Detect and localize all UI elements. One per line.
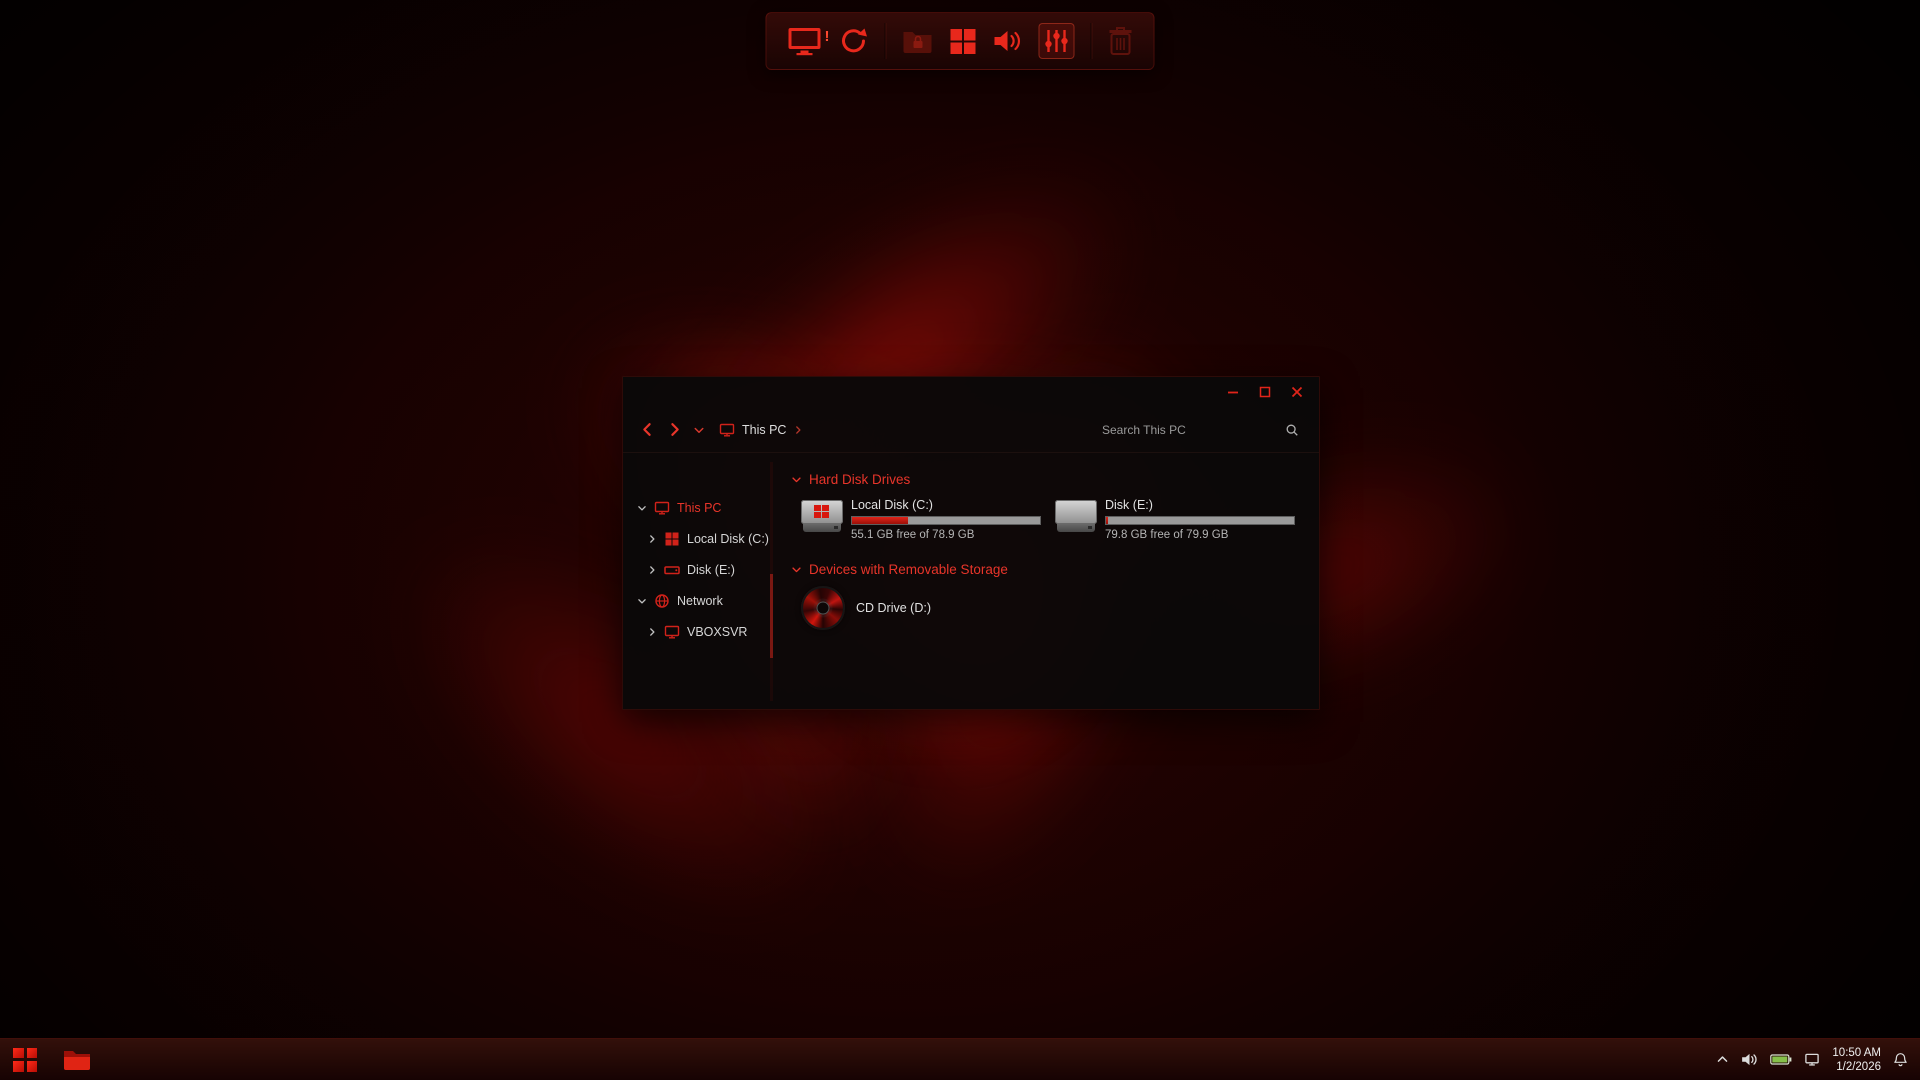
locked-folder-icon[interactable] — [902, 28, 934, 55]
drive-info: Disk (E:) 79.8 GB free of 79.9 GB — [1105, 498, 1295, 548]
file-explorer-window: This PC — [622, 376, 1320, 710]
this-pc-icon — [719, 422, 735, 438]
drive-label: CD Drive (D:) — [856, 601, 931, 615]
windows-drive-icon — [664, 531, 680, 547]
drive-label: Local Disk (C:) — [851, 498, 1041, 513]
network-globe-icon — [654, 593, 670, 609]
trash-icon[interactable] — [1108, 26, 1134, 56]
disk-usage-bar — [851, 516, 1041, 525]
drive-icon — [664, 562, 680, 578]
explorer-body: This PC Local Disk (C:) — [623, 454, 1319, 709]
windows-flag-overlay — [814, 505, 829, 518]
sidebar-item-label: Local Disk (C:) — [687, 532, 769, 546]
sync-globe-icon[interactable] — [839, 26, 869, 56]
taskbar: 10:50 AM 1/2/2026 — [0, 1038, 1920, 1080]
sidebar-item-this-pc[interactable]: This PC — [623, 492, 775, 523]
start-button[interactable] — [10, 1045, 40, 1075]
scrollbar-thumb[interactable] — [770, 574, 773, 658]
sidebar-item-disk-e[interactable]: Disk (E:) — [623, 554, 775, 585]
battery-icon[interactable] — [1770, 1053, 1792, 1066]
computer-icon — [664, 624, 680, 640]
chevron-down-icon[interactable] — [637, 596, 647, 606]
drive-free-space: 79.8 GB free of 79.9 GB — [1105, 528, 1295, 542]
this-pc-icon — [654, 500, 670, 516]
sidebar-item-label: This PC — [677, 501, 721, 515]
section-title: Hard Disk Drives — [809, 472, 910, 487]
system-tray: 10:50 AM 1/2/2026 — [1716, 1046, 1920, 1074]
breadcrumb-chevron-icon[interactable] — [793, 425, 803, 435]
drive-info: Local Disk (C:) 55.1 GB free of 78.9 GB — [851, 498, 1041, 548]
maximize-button[interactable] — [1249, 381, 1281, 403]
clock-time: 10:50 AM — [1832, 1046, 1881, 1060]
recent-locations-dropdown[interactable] — [693, 424, 705, 436]
search-icon[interactable] — [1285, 423, 1299, 437]
file-list-area: Hard Disk Drives Local Disk (C:) — [775, 454, 1319, 709]
desktop: ! — [0, 0, 1920, 1080]
dock-separator — [1091, 23, 1092, 59]
sidebar-item-vboxsvr[interactable]: VBOXSVR — [623, 616, 775, 647]
chevron-right-icon[interactable] — [647, 534, 657, 544]
taskbar-file-explorer-icon[interactable] — [62, 1048, 92, 1072]
navigation-bar: This PC — [623, 407, 1319, 453]
drive-cd-d[interactable]: CD Drive (D:) — [801, 586, 1309, 630]
minimize-button[interactable] — [1217, 381, 1249, 403]
display-alert-icon[interactable]: ! — [787, 26, 823, 56]
volume-icon[interactable] — [993, 28, 1023, 54]
dock-separator — [885, 23, 886, 59]
disk-usage-fill — [1106, 517, 1108, 524]
chevron-down-icon[interactable] — [791, 564, 802, 575]
forward-button[interactable] — [666, 421, 683, 438]
breadcrumb: This PC — [719, 422, 803, 438]
sidebar-item-label: Network — [677, 594, 723, 608]
section-title: Devices with Removable Storage — [809, 562, 1008, 577]
drive-disk-e[interactable]: Disk (E:) 79.8 GB free of 79.9 GB — [1055, 498, 1295, 548]
drive-row: Local Disk (C:) 55.1 GB free of 78.9 GB — [801, 498, 1309, 548]
taskbar-left — [0, 1045, 92, 1075]
sidebar-item-local-disk-c[interactable]: Local Disk (C:) — [623, 523, 775, 554]
display-network-icon[interactable] — [1804, 1052, 1820, 1067]
taskbar-clock[interactable]: 10:50 AM 1/2/2026 — [1832, 1046, 1881, 1074]
chevron-right-icon[interactable] — [647, 565, 657, 575]
notifications-bell-icon[interactable] — [1893, 1052, 1908, 1067]
back-button[interactable] — [639, 421, 656, 438]
section-removable-storage[interactable]: Devices with Removable Storage — [791, 558, 1309, 580]
chevron-down-icon[interactable] — [637, 503, 647, 513]
sidebar-item-network[interactable]: Network — [623, 585, 775, 616]
chevron-down-icon[interactable] — [791, 474, 802, 485]
equalizer-icon[interactable] — [1039, 23, 1075, 59]
search-input[interactable] — [1102, 423, 1279, 437]
sidebar-item-label: VBOXSVR — [687, 625, 747, 639]
volume-icon[interactable] — [1741, 1052, 1758, 1067]
cd-disc-icon — [801, 586, 845, 630]
drive-local-disk-c[interactable]: Local Disk (C:) 55.1 GB free of 78.9 GB — [801, 498, 1041, 548]
drive-label: Disk (E:) — [1105, 498, 1295, 513]
section-hard-disk-drives[interactable]: Hard Disk Drives — [791, 468, 1309, 490]
drive-free-space: 55.1 GB free of 78.9 GB — [851, 528, 1041, 542]
clock-date: 1/2/2026 — [1832, 1060, 1881, 1074]
navigation-pane: This PC Local Disk (C:) — [623, 454, 775, 709]
close-button[interactable] — [1281, 381, 1313, 403]
sidebar-scrollbar[interactable] — [770, 462, 773, 701]
top-dock: ! — [766, 12, 1155, 70]
title-bar[interactable] — [623, 377, 1319, 407]
hard-drive-icon — [801, 500, 843, 534]
alert-exclamation: ! — [825, 28, 830, 45]
search-box[interactable] — [1098, 420, 1303, 440]
hidden-icons-chevron[interactable] — [1716, 1053, 1729, 1066]
chevron-right-icon[interactable] — [647, 627, 657, 637]
sidebar-item-label: Disk (E:) — [687, 563, 735, 577]
windows-logo-icon[interactable] — [950, 28, 977, 55]
disk-usage-fill — [852, 517, 908, 524]
hard-drive-icon — [1055, 500, 1097, 534]
disk-usage-bar — [1105, 516, 1295, 525]
breadcrumb-this-pc[interactable]: This PC — [742, 423, 786, 437]
